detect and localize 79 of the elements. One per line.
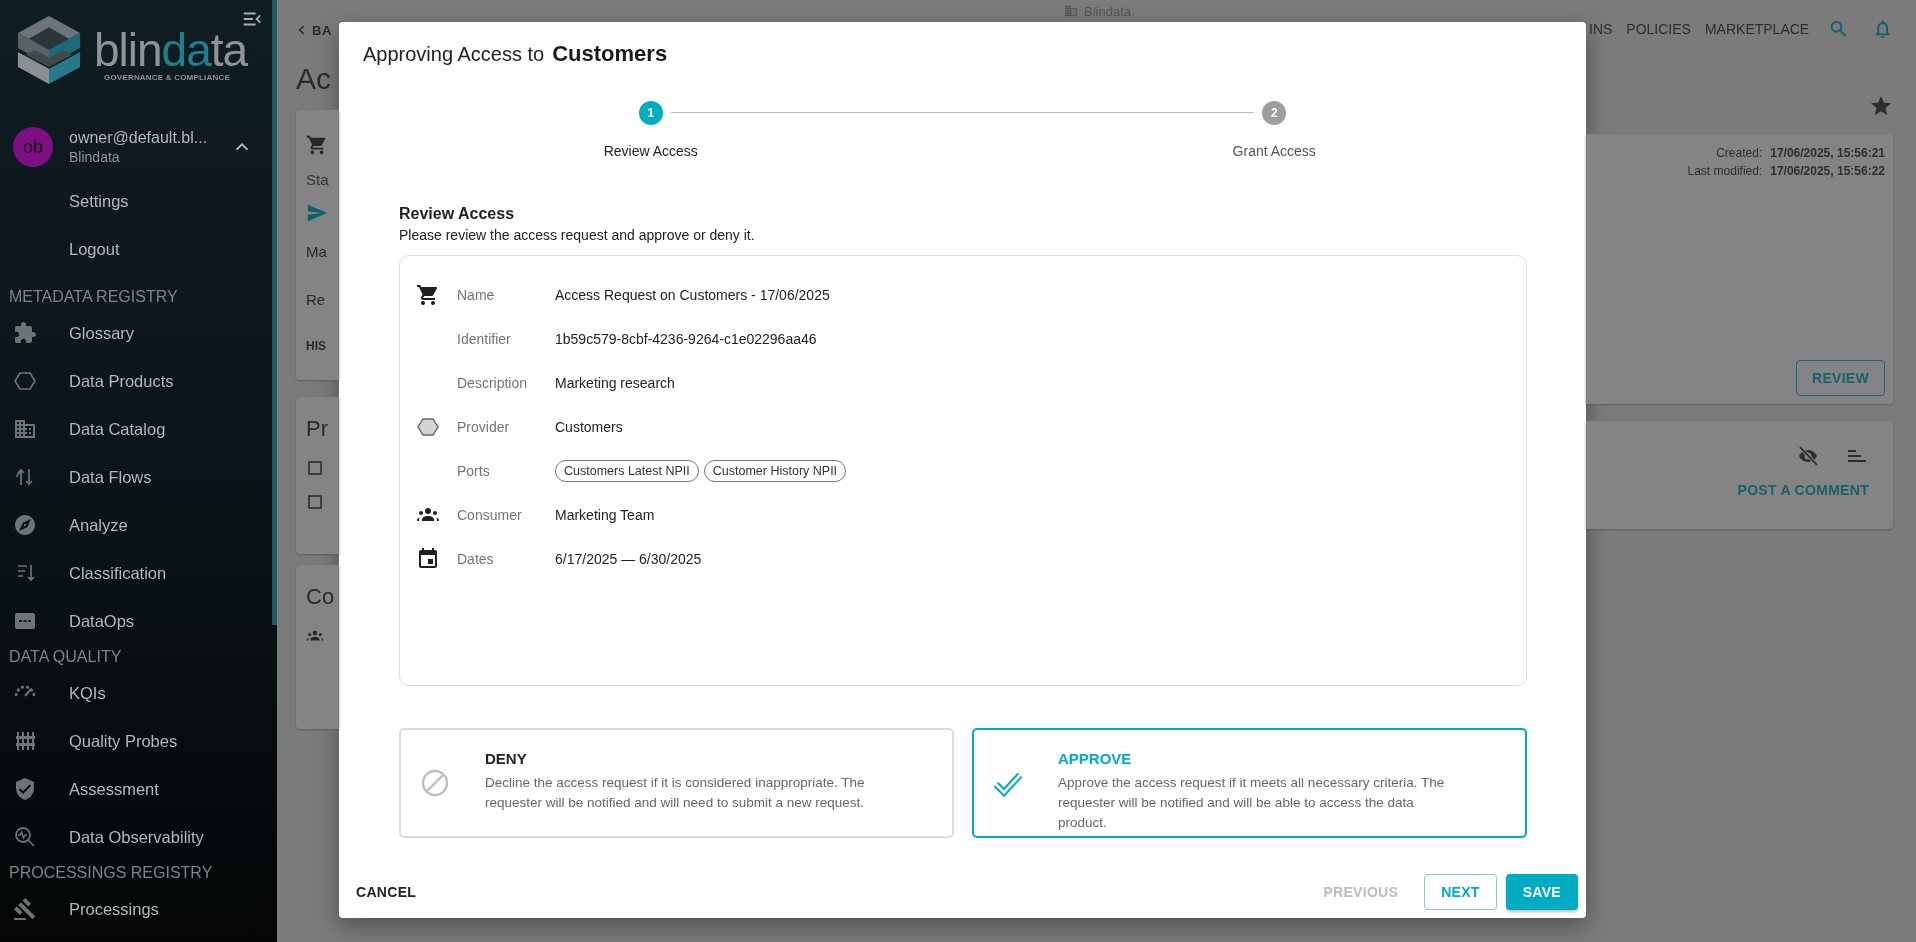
decision-option[interactable]: APPROVE Approve the access request if it meets all necessary criteria. The requester will be notified and will be able to access the data product. [972,728,1527,838]
gavel-icon [13,897,37,921]
eye-off-icon[interactable] [1796,444,1820,468]
block-icon [419,767,451,799]
card-title: Co [306,583,335,611]
send-icon [306,202,328,224]
user-menu-item[interactable]: Settings [69,191,129,211]
field-label: Dates [457,551,495,567]
page-title: Ac [296,61,332,97]
field-label: Ma [306,242,327,262]
field-label: Re [306,290,326,310]
sliders-icon [13,729,37,753]
checkbox-icon[interactable] [306,459,324,477]
compass-icon [13,513,37,537]
nav-item[interactable]: Data Catalog [69,419,166,439]
history-tab[interactable]: HIS [306,336,326,356]
section-title: Review Access [399,204,516,224]
user-email: owner@default.bl... [69,129,209,147]
section-subtitle: Please review the access request and approve or deny it. [399,226,756,245]
nav-item[interactable]: Processings [69,899,159,919]
nav-item[interactable]: Classification [69,563,167,583]
section-heading: PROCESSINGS REGISTRY [8,863,214,883]
option-description: Approve the access request if it meets all necessary criteria. The requester will be notified and will be able to access the data product. [1058,774,1446,832]
nav-item[interactable]: KQIs [69,683,106,703]
scrollbar-thumb[interactable] [272,0,277,625]
field-value: 1b59c579-8cbf-4236-9264-c1e02296aa46 [555,331,817,347]
created-value: 17/06/2025, 15:56:21 [1770,145,1885,161]
field-label: Sta [306,170,329,190]
field-value: Marketing research [555,375,675,391]
checkbox-icon[interactable] [306,493,324,511]
cart-icon [306,134,328,156]
nav-item[interactable]: Glossary [69,323,135,343]
field-label: Consumer [457,507,523,523]
dialog-subject: Customers [552,41,668,67]
step-label[interactable]: Grant Access [1232,141,1316,161]
step-label[interactable]: Review Access [603,141,698,161]
field-value: 6/17/2025 — 6/30/2025 [555,551,702,567]
field-label: Provider [457,419,511,435]
created-label: Created: [1715,145,1763,161]
modified-label: Last modified: [1687,163,1763,179]
user-organization: Blindata [69,149,121,165]
section-heading: METADATA REGISTRY [8,287,179,307]
card-title: Pr [306,415,328,443]
nav-item[interactable]: Data Observability [69,827,204,847]
field-label: Name [457,287,496,303]
section-heading: DATA QUALITY [8,647,123,667]
nav-item[interactable]: Analyze [69,515,128,535]
modified-value: 17/06/2025, 15:56:22 [1770,163,1885,179]
shield-check-icon [13,777,37,801]
logo-icon [16,13,82,87]
field-value: Customers [555,419,623,435]
hexagon-icon [416,415,440,439]
nav-item[interactable]: DataOps [69,611,135,631]
building-icon [13,417,37,441]
cart-icon [416,283,440,307]
field-value: Access Request on Customers - 17/06/2025 [555,287,830,303]
nav-item[interactable]: Quality Probes [69,731,178,751]
nav-item[interactable]: Data Products [69,371,174,391]
nav-item[interactable]: Assessment [69,779,159,799]
decision-option[interactable]: DENY Decline the access request if it is considered inappropriate. The requester will be notified and will need to submit a new request. [399,728,954,838]
dialog-title: Approving Access to [363,42,545,66]
calendar-icon [416,547,440,571]
logo-wordmark: blindata [94,26,248,73]
logo-tagline: GOVERNANCE & COMPLIANCE [104,72,231,82]
nav-item[interactable]: Data Flows [69,467,152,487]
option-title: APPROVE [1058,749,1133,769]
magnifier-pulse-icon [13,825,37,849]
option-description: Decline the access request if it is considered inappropriate. The requester will be notified and will need to submit a new request. [485,774,866,812]
favorite-star-icon[interactable] [1869,94,1893,118]
field-label: Ports [457,463,491,479]
field-value: Marketing Team [555,507,655,523]
user-menu-item[interactable]: Logout [69,239,120,259]
field-label: Description [457,375,529,391]
hexagon-icon [13,369,37,393]
puzzle-icon [13,321,37,345]
cancel-button[interactable]: CANCEL [347,874,426,910]
field-label: Identifier [457,331,512,347]
option-title: DENY [485,749,528,769]
building-icon [1064,4,1078,18]
